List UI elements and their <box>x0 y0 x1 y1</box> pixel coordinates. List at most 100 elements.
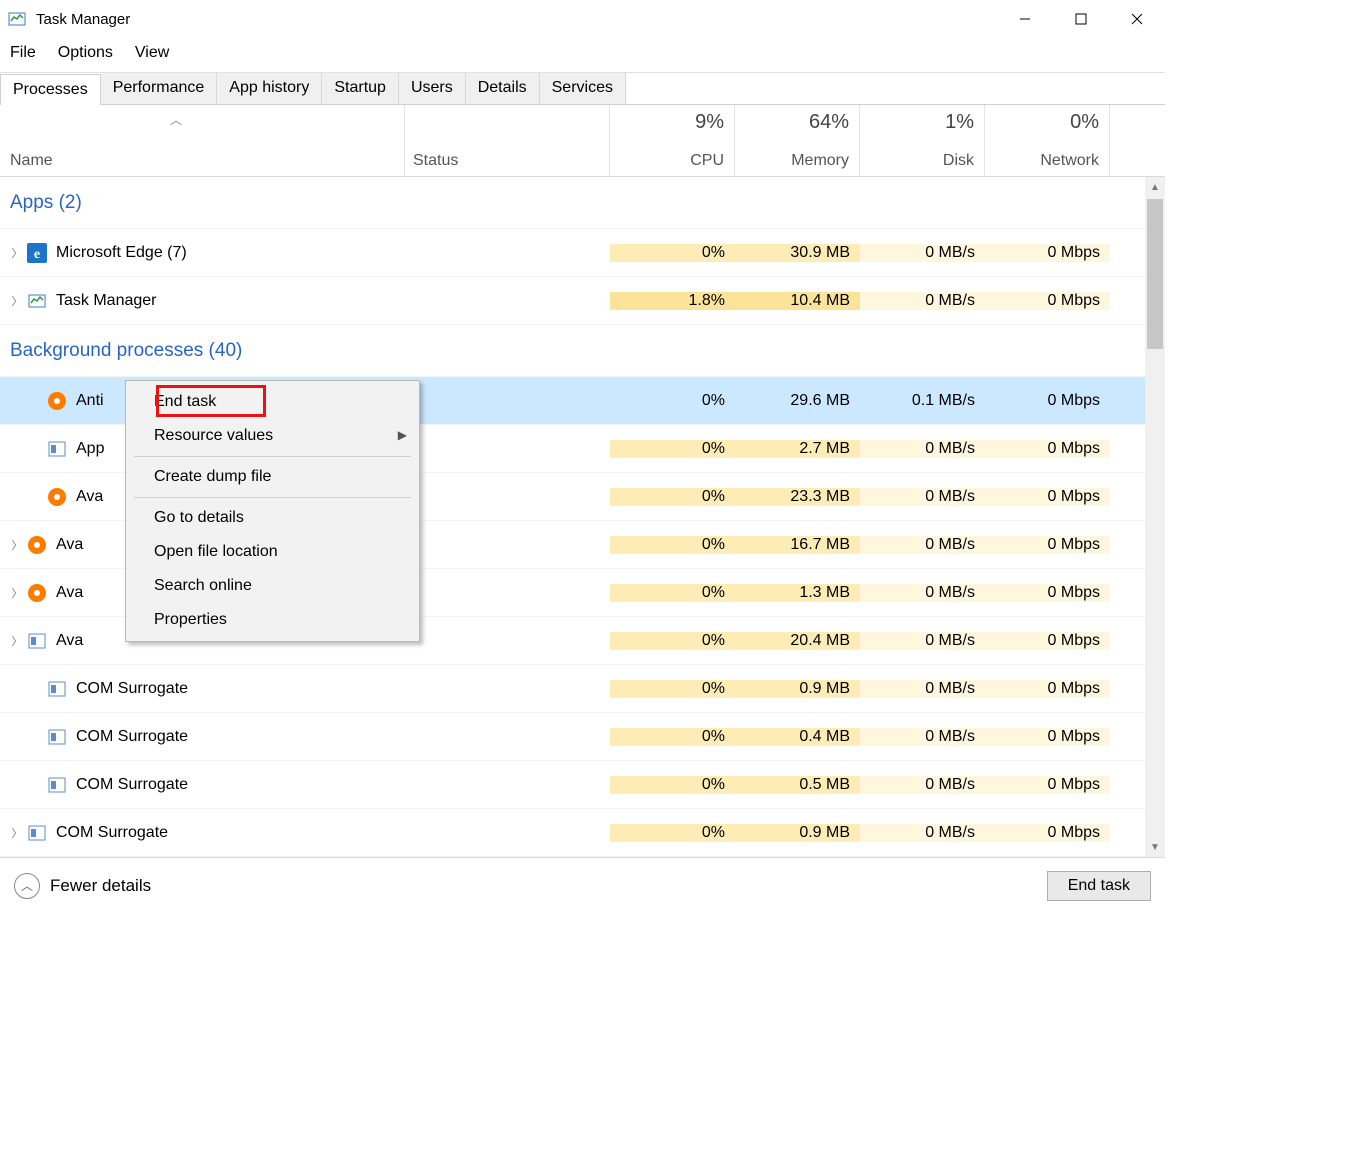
cpu-cell: 0% <box>610 680 735 698</box>
memory-cell: 16.7 MB <box>735 536 860 554</box>
network-cell: 0 Mbps <box>985 824 1110 842</box>
cpu-cell: 0% <box>610 776 735 794</box>
avast-icon <box>46 486 68 508</box>
process-row[interactable]: 〉 e Microsoft Edge (7) 0% 30.9 MB 0 MB/s… <box>0 229 1165 277</box>
context-menu-end-task[interactable]: End task <box>128 385 417 419</box>
menubar: File Options View <box>0 38 1165 72</box>
scroll-up-icon[interactable]: ▲ <box>1145 177 1165 197</box>
cpu-label: CPU <box>610 152 724 170</box>
cpu-cell: 0% <box>610 244 735 262</box>
column-disk[interactable]: 1% Disk <box>860 105 985 176</box>
task-manager-icon <box>26 290 48 312</box>
expand-icon[interactable]: 〉 <box>8 585 26 601</box>
context-menu-search-online[interactable]: Search online <box>128 569 417 603</box>
context-menu-separator <box>134 497 411 498</box>
column-memory[interactable]: 64% Memory <box>735 105 860 176</box>
network-cell: 0 Mbps <box>985 632 1110 650</box>
process-name: Task Manager <box>56 292 157 310</box>
maximize-button[interactable] <box>1053 0 1109 38</box>
footer: ︿ Fewer details End task <box>0 857 1165 913</box>
chevron-up-icon: ︿ <box>14 873 40 899</box>
cpu-cell: 0% <box>610 536 735 554</box>
disk-cell: 0 MB/s <box>860 488 985 506</box>
network-cell: 0 Mbps <box>985 440 1110 458</box>
tab-app-history[interactable]: App history <box>217 73 322 104</box>
network-cell: 0 Mbps <box>985 728 1110 746</box>
context-menu-create-dump[interactable]: Create dump file <box>128 460 417 494</box>
process-name: Ava <box>56 632 83 650</box>
process-row[interactable]: 〉 COM Surrogate 0% 0.9 MB 0 MB/s 0 Mbps <box>0 809 1165 857</box>
column-cpu[interactable]: 9% CPU <box>610 105 735 176</box>
tab-users[interactable]: Users <box>399 73 466 104</box>
context-menu-properties[interactable]: Properties <box>128 603 417 637</box>
memory-cell: 30.9 MB <box>735 244 860 262</box>
network-cell: 0 Mbps <box>985 680 1110 698</box>
cpu-cell: 0% <box>610 632 735 650</box>
tabs: Processes Performance App history Startu… <box>0 73 1165 105</box>
expand-icon[interactable]: 〉 <box>8 537 26 553</box>
process-row[interactable]: COM Surrogate 0% 0.4 MB 0 MB/s 0 Mbps <box>0 713 1165 761</box>
tab-details[interactable]: Details <box>466 73 540 104</box>
column-network[interactable]: 0% Network <box>985 105 1110 176</box>
menu-file[interactable]: File <box>10 44 36 62</box>
memory-cell: 0.4 MB <box>735 728 860 746</box>
process-name: Ava <box>56 536 83 554</box>
avast-icon <box>26 534 48 556</box>
tab-processes[interactable]: Processes <box>0 74 101 105</box>
process-name: COM Surrogate <box>76 728 188 746</box>
fewer-details-button[interactable]: ︿ Fewer details <box>14 873 151 899</box>
scrollbar[interactable]: ▲ ▼ <box>1145 177 1165 857</box>
network-percent: 0% <box>985 111 1099 134</box>
minimize-button[interactable] <box>997 0 1053 38</box>
tab-startup[interactable]: Startup <box>322 73 399 104</box>
column-name-label: Name <box>10 152 396 170</box>
process-row[interactable]: COM Surrogate 0% 0.9 MB 0 MB/s 0 Mbps <box>0 665 1165 713</box>
menu-view[interactable]: View <box>135 44 169 62</box>
column-header: ︿ Name Status 9% CPU 64% Memory 1% Disk … <box>0 105 1165 177</box>
app-icon <box>26 822 48 844</box>
network-cell: 0 Mbps <box>985 536 1110 554</box>
context-menu-resource-values[interactable]: Resource values ▶ <box>128 419 417 453</box>
expand-icon[interactable]: 〉 <box>8 825 26 841</box>
expand-icon[interactable]: 〉 <box>8 633 26 649</box>
memory-percent: 64% <box>735 111 849 134</box>
disk-cell: 0.1 MB/s <box>860 392 985 410</box>
expand-icon[interactable]: 〉 <box>8 245 26 261</box>
group-apps[interactable]: Apps (2) <box>0 177 1165 229</box>
tab-performance[interactable]: Performance <box>101 73 218 104</box>
column-name[interactable]: ︿ Name <box>0 105 405 176</box>
disk-cell: 0 MB/s <box>860 824 985 842</box>
process-row[interactable]: 〉 Task Manager 1.8% 10.4 MB 0 MB/s 0 Mbp… <box>0 277 1165 325</box>
group-background[interactable]: Background processes (40) <box>0 325 1165 377</box>
app-icon <box>46 726 68 748</box>
expand-icon[interactable]: 〉 <box>8 293 26 309</box>
network-label: Network <box>985 152 1099 170</box>
group-apps-label: Apps (2) <box>0 192 405 214</box>
end-task-button[interactable]: End task <box>1047 871 1151 901</box>
network-cell: 0 Mbps <box>985 244 1110 262</box>
menu-options[interactable]: Options <box>58 44 113 62</box>
column-status-label: Status <box>413 152 458 170</box>
scroll-thumb[interactable] <box>1147 199 1163 349</box>
process-name: COM Surrogate <box>76 680 188 698</box>
disk-cell: 0 MB/s <box>860 536 985 554</box>
task-manager-icon <box>6 8 28 30</box>
context-menu-open-file-location[interactable]: Open file location <box>128 535 417 569</box>
context-menu-go-to-details[interactable]: Go to details <box>128 501 417 535</box>
tab-services[interactable]: Services <box>540 73 626 104</box>
memory-cell: 20.4 MB <box>735 632 860 650</box>
cpu-cell: 0% <box>610 824 735 842</box>
close-button[interactable] <box>1109 0 1165 38</box>
process-name: Ava <box>56 584 83 602</box>
cpu-cell: 1.8% <box>610 292 735 310</box>
disk-cell: 0 MB/s <box>860 632 985 650</box>
process-name: App <box>76 440 104 458</box>
network-cell: 0 Mbps <box>985 584 1110 602</box>
titlebar: Task Manager <box>0 0 1165 38</box>
column-status[interactable]: Status <box>405 105 610 176</box>
network-cell: 0 Mbps <box>985 292 1110 310</box>
disk-cell: 0 MB/s <box>860 584 985 602</box>
window-title: Task Manager <box>36 11 130 28</box>
process-row[interactable]: COM Surrogate 0% 0.5 MB 0 MB/s 0 Mbps <box>0 761 1165 809</box>
scroll-down-icon[interactable]: ▼ <box>1145 837 1165 857</box>
